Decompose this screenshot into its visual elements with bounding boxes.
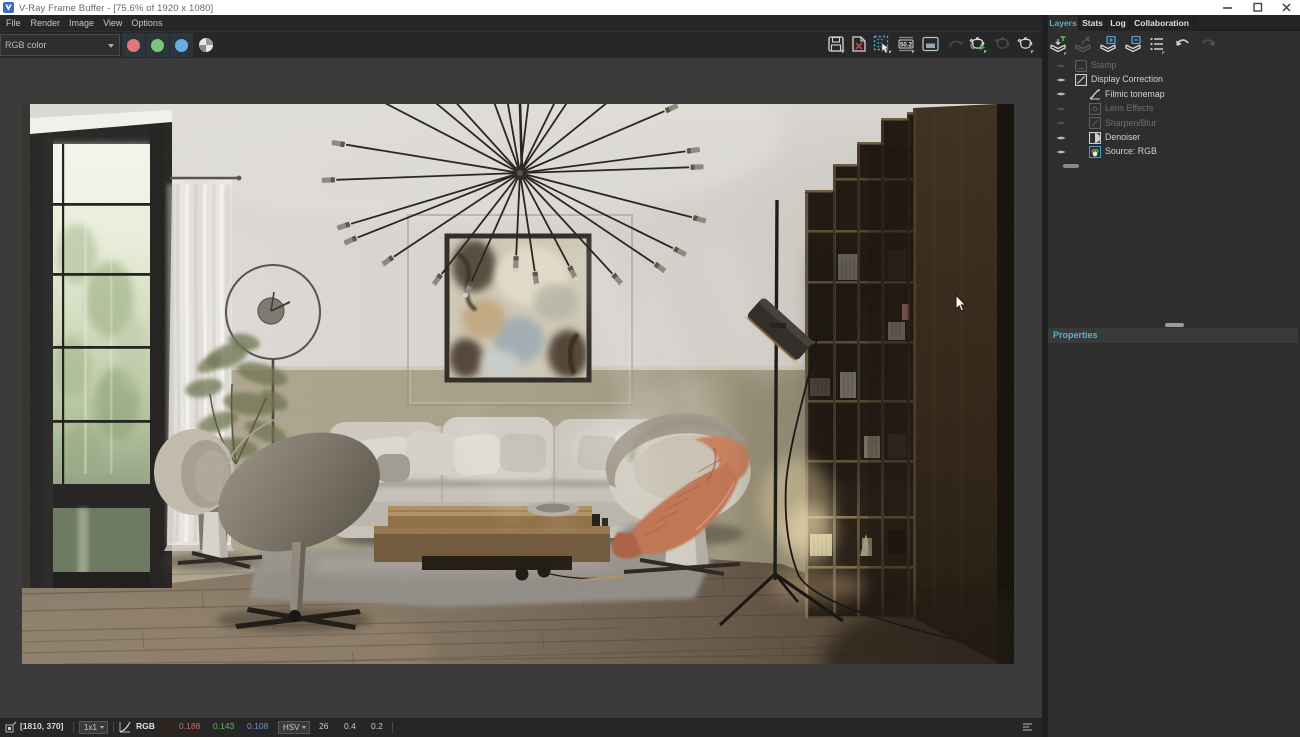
svg-text:50.2: 50.2 [900,42,913,49]
